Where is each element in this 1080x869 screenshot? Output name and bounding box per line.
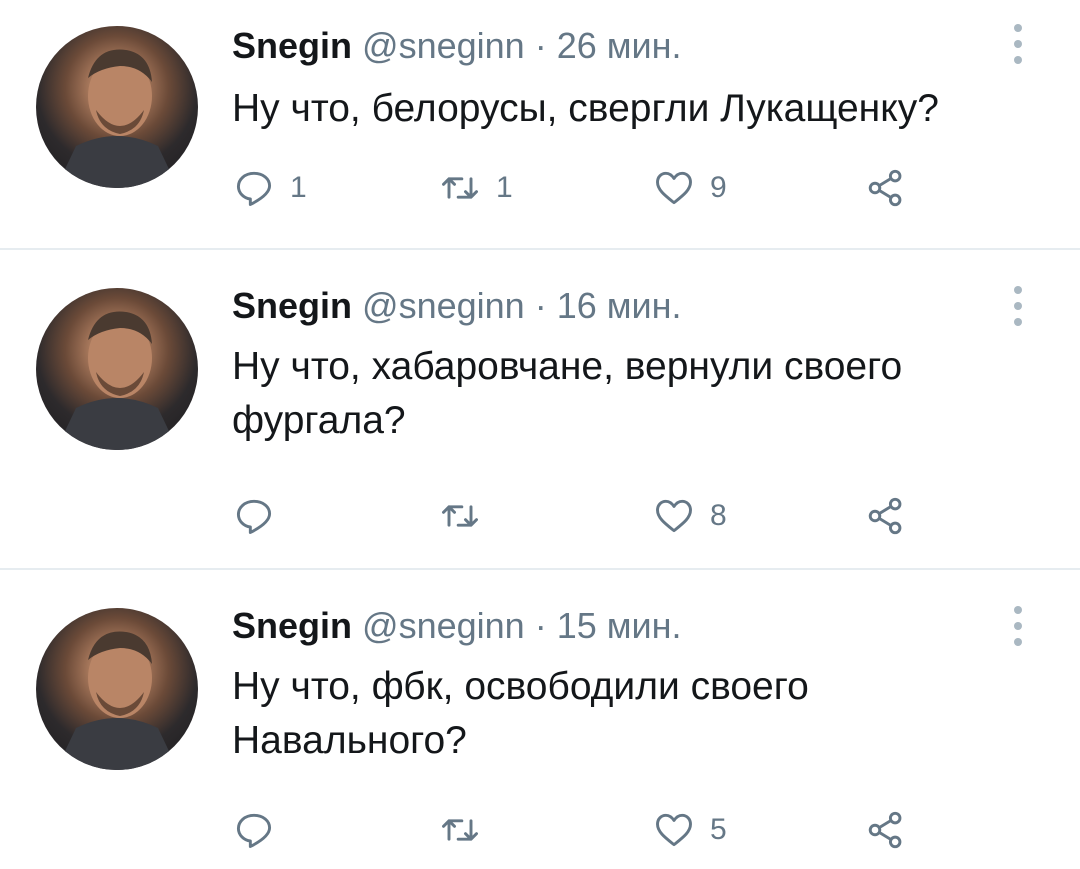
share-button[interactable] (864, 808, 908, 852)
reply-count: 1 (290, 171, 307, 204)
heart-icon (656, 813, 692, 847)
avatar[interactable] (36, 608, 198, 770)
retweet-icon (442, 505, 478, 527)
author-name[interactable]: Snegin (232, 605, 352, 646)
like-button[interactable]: 5 (652, 808, 727, 852)
share-button[interactable] (864, 166, 908, 210)
retweet-count: 1 (496, 171, 513, 204)
retweet-icon (442, 177, 478, 199)
reply-icon (236, 171, 272, 206)
timestamp[interactable]: 15 мин. (557, 605, 682, 646)
reply-button[interactable]: 1 (232, 166, 307, 210)
avatar-image (56, 311, 178, 450)
reply-button[interactable] (232, 808, 290, 852)
avatar[interactable] (36, 288, 198, 450)
retweet-button[interactable] (438, 808, 496, 852)
like-button[interactable]: 9 (652, 166, 727, 210)
tweet-header: Snegin @sneginn · 26 мин. (232, 26, 682, 66)
author-name[interactable]: Snegin (232, 285, 352, 326)
timestamp[interactable]: 16 мин. (557, 285, 682, 326)
tweet-actions: 8 (232, 494, 932, 538)
author-handle[interactable]: @sneginn (362, 285, 525, 326)
more-vertical-icon[interactable] (1008, 24, 1028, 64)
timestamp[interactable]: 26 мин. (557, 25, 682, 66)
share-icon (868, 497, 902, 535)
tweet[interactable]: Snegin @sneginn · 15 мин. Ну что, фбк, о… (0, 570, 1080, 869)
share-icon (868, 169, 902, 207)
author-handle[interactable]: @sneginn (362, 25, 525, 66)
tweet-text: Ну что, фбк, освободили своего Навальног… (232, 665, 809, 762)
share-button[interactable] (864, 494, 908, 538)
more-vertical-icon[interactable] (1008, 606, 1028, 646)
like-button[interactable]: 8 (652, 494, 727, 538)
avatar-image (56, 49, 178, 188)
like-count: 9 (710, 171, 727, 204)
tweet-text: Ну что, белорусы, свергли Лукащенку? (232, 87, 939, 130)
tweet[interactable]: Snegin @sneginn · 26 мин. Ну что, белору… (0, 0, 1080, 250)
like-count: 5 (710, 813, 727, 846)
reply-icon (236, 813, 272, 848)
author-handle[interactable]: @sneginn (362, 605, 525, 646)
retweet-button[interactable] (438, 494, 496, 538)
tweet-actions: 1 1 9 (232, 166, 932, 210)
reply-button[interactable] (232, 494, 290, 538)
separator: · (534, 25, 547, 66)
retweet-icon (442, 819, 478, 841)
like-count: 8 (710, 499, 727, 532)
share-icon (868, 811, 902, 849)
heart-icon (656, 499, 692, 533)
heart-icon (656, 171, 692, 205)
tweet-actions: 5 (232, 808, 932, 852)
separator: · (534, 285, 547, 326)
reply-icon (236, 499, 272, 534)
tweet-text: Ну что, хабаровчане, вернули своего фург… (232, 345, 903, 442)
retweet-button[interactable]: 1 (438, 166, 513, 210)
avatar-image (56, 631, 178, 770)
more-vertical-icon[interactable] (1008, 286, 1028, 326)
avatar[interactable] (36, 26, 198, 188)
tweet[interactable]: Snegin @sneginn · 16 мин. Ну что, хабаро… (0, 250, 1080, 570)
tweet-header: Snegin @sneginn · 15 мин. (232, 606, 682, 646)
author-name[interactable]: Snegin (232, 25, 352, 66)
tweet-header: Snegin @sneginn · 16 мин. (232, 286, 682, 326)
separator: · (534, 605, 547, 646)
